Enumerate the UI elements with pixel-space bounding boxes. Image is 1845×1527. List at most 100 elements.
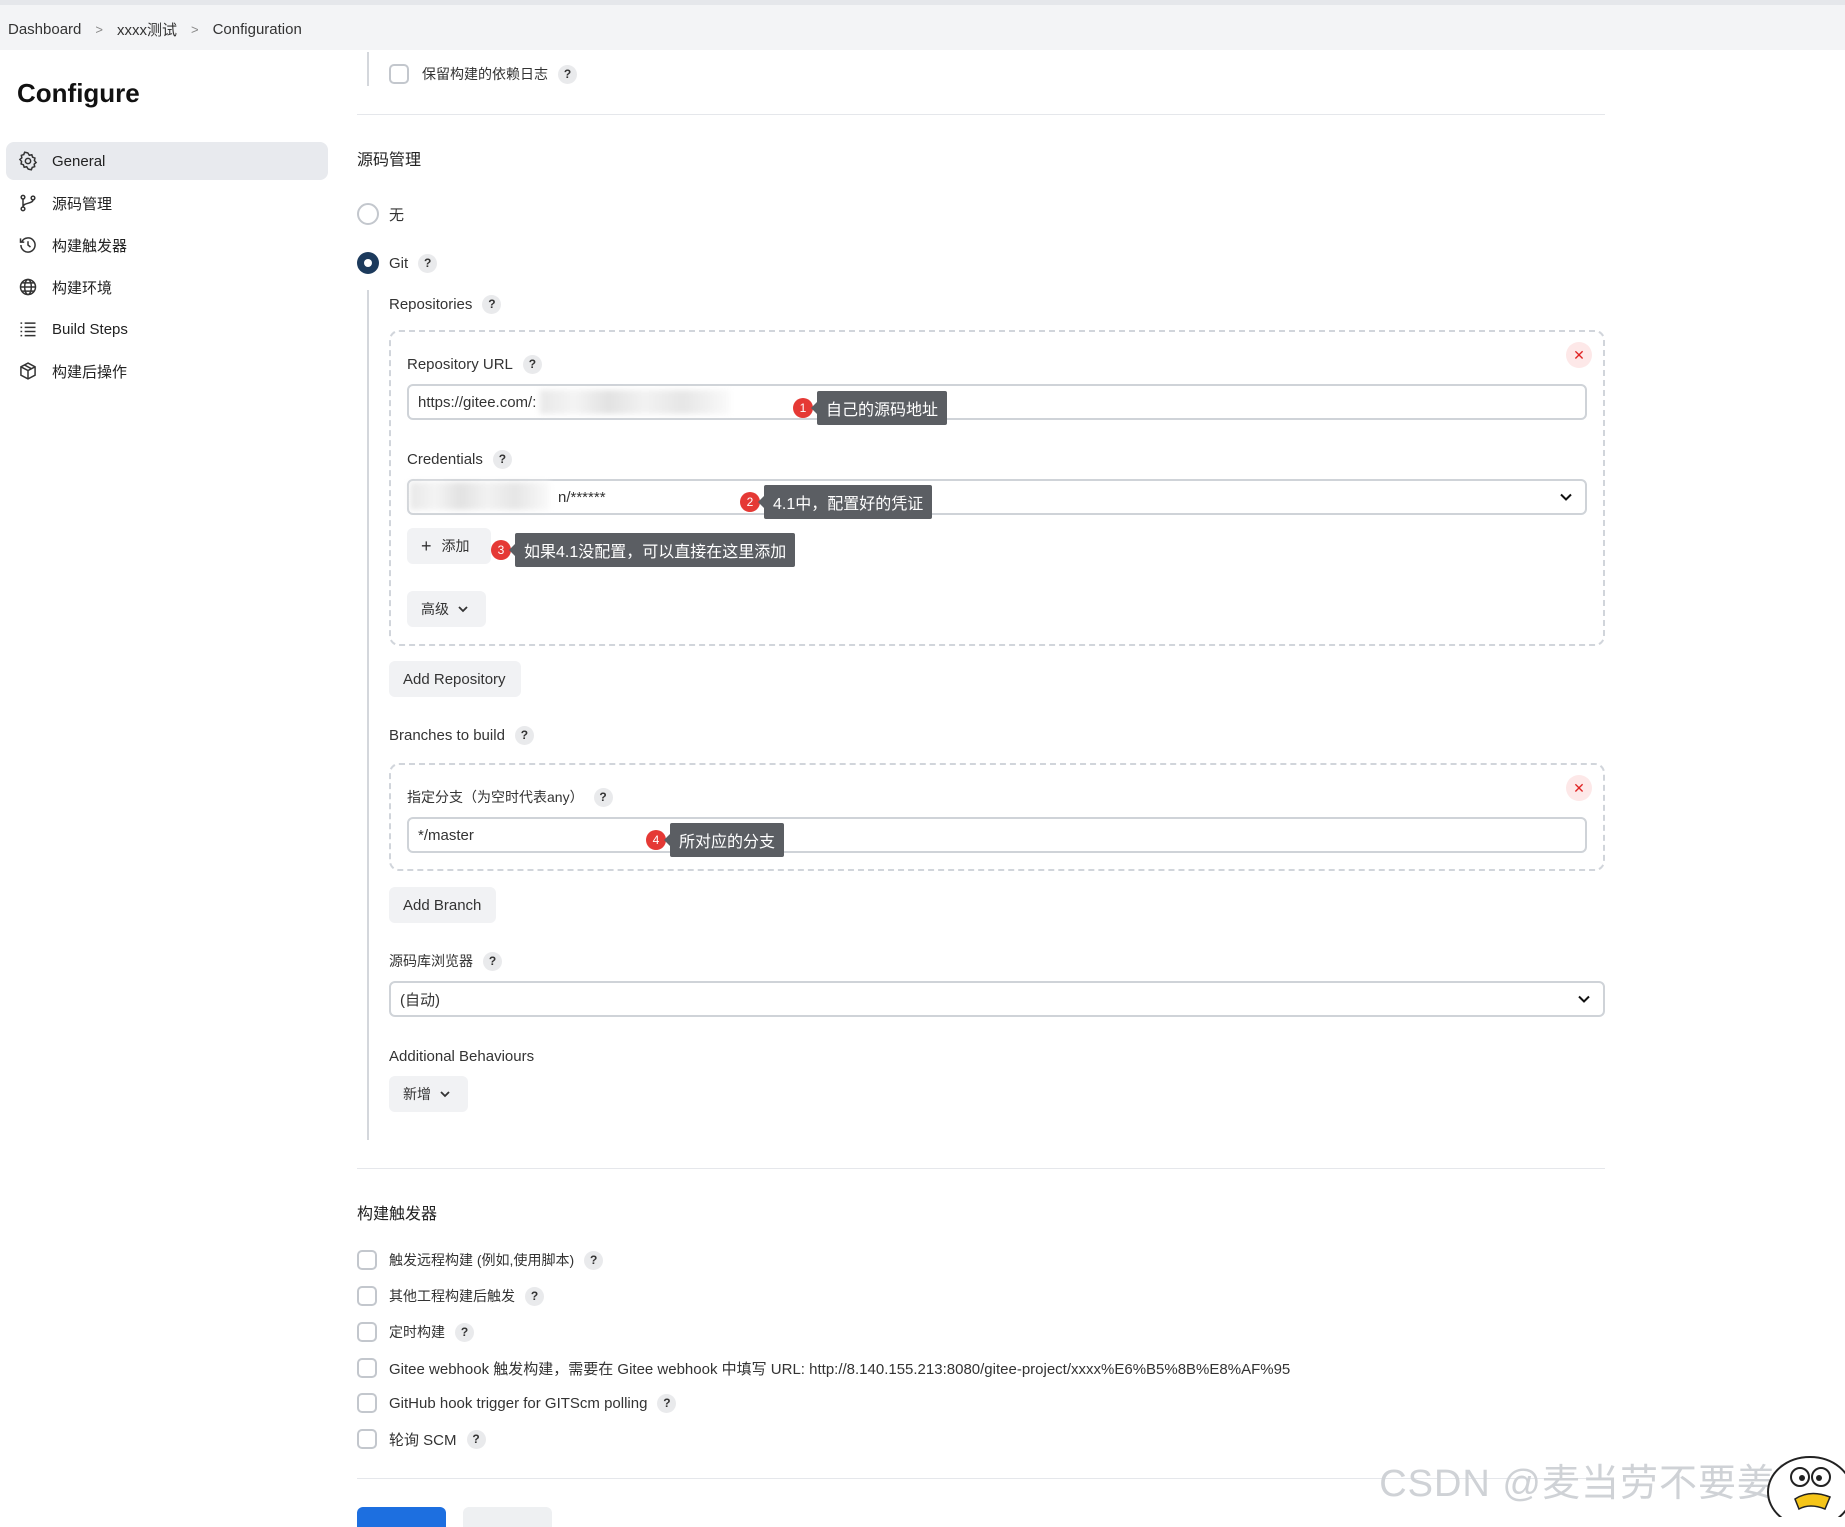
help-icon[interactable]: ? (657, 1393, 677, 1413)
help-icon[interactable]: ? (522, 354, 542, 374)
sidebar-item-general[interactable]: General (6, 142, 328, 180)
additional-behaviours-label: Additional Behaviours (389, 1047, 535, 1065)
remove-branch-button[interactable]: ✕ (1566, 775, 1592, 801)
breadcrumb-bar: Dashboard > xxxx测试 > Configuration (0, 0, 1845, 50)
watermark: CSDN @麦当劳不要姜汁 (1379, 1463, 1815, 1505)
trigger-periodic-label: 定时构建 (389, 1324, 445, 1340)
advanced-label: 高级 (421, 601, 449, 617)
add-credentials-button[interactable]: + 添加 (407, 528, 491, 564)
breadcrumb: Dashboard > xxxx测试 > Configuration (8, 19, 302, 40)
divider (357, 1168, 1605, 1169)
branch-specifier-row: 指定分支（为空时代表any） ? (407, 786, 613, 808)
credentials-select[interactable]: n/****** (407, 479, 1587, 515)
remove-repository-button[interactable]: ✕ (1566, 342, 1592, 368)
credentials-row: Credentials ? (407, 448, 512, 470)
section-indent-line (367, 52, 369, 86)
save-button[interactable] (357, 1507, 446, 1527)
annotation-4: 4 所对应的分支 (646, 823, 785, 857)
sidebar: General 源码管理 构建触发器 构建环境 Build Steps 构建后操… (6, 142, 328, 394)
help-icon[interactable]: ? (492, 449, 512, 469)
sidebar-item-build-triggers[interactable]: 构建触发器 (6, 226, 328, 264)
sidebar-item-label: General (52, 152, 106, 170)
repo-browser-label: 源码库浏览器 (389, 953, 473, 969)
divider (357, 114, 1605, 115)
scm-section-title: 源码管理 (357, 152, 422, 169)
close-icon: ✕ (1573, 779, 1585, 796)
trigger-poll-scm-row: 轮询 SCM ? (389, 1429, 486, 1449)
branches-row: Branches to build ? (389, 724, 534, 746)
sidebar-item-post-build[interactable]: 构建后操作 (6, 352, 328, 390)
sidebar-item-build-steps[interactable]: Build Steps (6, 310, 328, 348)
gear-icon (18, 151, 38, 171)
annotation-badge: 4 (646, 830, 666, 850)
git-indent-line (367, 290, 369, 1140)
scm-none-radio[interactable] (357, 203, 379, 225)
trigger-github-hook-row: GitHub hook trigger for GITScm polling ? (389, 1393, 677, 1413)
sidebar-item-label: 构建环境 (52, 279, 113, 297)
annotation-tip: 所对应的分支 (663, 823, 785, 857)
trigger-gitee-webhook-row: Gitee webhook 触发构建，需要在 Gitee webhook 中填写… (389, 1358, 1290, 1378)
plus-icon: + (421, 535, 432, 556)
annotation-tip: 如果4.1没配置，可以直接在这里添加 (508, 533, 796, 567)
add-repository-button[interactable]: Add Repository (389, 661, 521, 697)
help-icon[interactable]: ? (584, 1250, 604, 1270)
trigger-gitee-webhook-checkbox[interactable] (357, 1358, 377, 1378)
mascot-sticker-icon (1767, 1456, 1845, 1517)
sidebar-item-label: Build Steps (52, 320, 128, 338)
git-branch-icon (20, 194, 36, 212)
help-icon[interactable]: ? (558, 64, 577, 84)
annotation-1: 1 自己的源码地址 (793, 391, 948, 425)
trigger-remote-label: 触发远程构建 (例如,使用脚本) (389, 1252, 575, 1268)
credentials-label: Credentials (407, 450, 483, 468)
add-branch-button[interactable]: Add Branch (389, 887, 496, 923)
apply-button[interactable] (463, 1507, 552, 1527)
advanced-button[interactable]: 高级 (407, 591, 486, 627)
trigger-github-hook-checkbox[interactable] (357, 1393, 377, 1413)
repo-browser-select[interactable]: (自动) (389, 981, 1605, 1017)
chevron-down-icon (440, 1091, 450, 1098)
trigger-periodic-checkbox[interactable] (357, 1322, 377, 1342)
breadcrumb-configuration: Configuration (212, 21, 302, 38)
repositories-row: Repositories ? (389, 293, 502, 315)
help-icon[interactable]: ? (418, 253, 438, 273)
scm-git-radio[interactable] (357, 252, 379, 274)
annotation-badge: 3 (491, 540, 511, 560)
repository-url-label: Repository URL (407, 355, 513, 373)
sidebar-item-label: 构建触发器 (52, 237, 128, 255)
help-icon[interactable]: ? (455, 1322, 474, 1342)
clock-icon (19, 237, 36, 253)
help-icon[interactable]: ? (593, 787, 613, 807)
annotation-badge: 1 (793, 398, 813, 418)
trigger-periodic-row: 定时构建 ? (389, 1322, 474, 1342)
trigger-upstream-row: 其他工程构建后触发 ? (389, 1286, 544, 1306)
trigger-upstream-checkbox[interactable] (357, 1286, 377, 1306)
page-title: Configure (17, 78, 140, 108)
help-icon[interactable]: ? (514, 725, 534, 745)
help-icon[interactable]: ? (483, 951, 502, 971)
breadcrumb-separator: > (191, 22, 199, 37)
breadcrumb-dashboard[interactable]: Dashboard (8, 21, 81, 38)
trigger-remote-checkbox[interactable] (357, 1250, 377, 1270)
sidebar-item-build-environment[interactable]: 构建环境 (6, 268, 328, 306)
globe-icon (19, 278, 37, 296)
annotation-3: 3 如果4.1没配置，可以直接在这里添加 (491, 533, 796, 567)
add-repository-label: Add Repository (403, 670, 506, 688)
keep-dependency-log-checkbox[interactable] (389, 64, 409, 84)
repo-browser-row: 源码库浏览器 ? (389, 950, 502, 972)
help-icon[interactable]: ? (466, 1429, 486, 1449)
breadcrumb-project[interactable]: xxxx测试 (117, 19, 177, 40)
sidebar-item-scm[interactable]: 源码管理 (6, 184, 328, 222)
annotation-tip: 4.1中，配置好的凭证 (757, 485, 933, 519)
trigger-gitee-webhook-label: Gitee webhook 触发构建，需要在 Gitee webhook 中填写… (389, 1360, 1291, 1378)
repo-browser-value: (自动) (400, 991, 440, 1009)
repositories-label: Repositories (389, 295, 473, 313)
credentials-value: n/****** (558, 488, 606, 506)
chevron-down-icon (458, 606, 468, 613)
branch-specifier-input[interactable]: */master (407, 817, 1587, 853)
repository-url-value: https://gitee.com/: (418, 393, 537, 411)
trigger-poll-scm-checkbox[interactable] (357, 1429, 377, 1449)
help-icon[interactable]: ? (525, 1286, 544, 1306)
help-icon[interactable]: ? (482, 294, 502, 314)
add-behaviour-button[interactable]: 新增 (389, 1076, 468, 1112)
scm-git-row: Git ? (389, 252, 438, 274)
